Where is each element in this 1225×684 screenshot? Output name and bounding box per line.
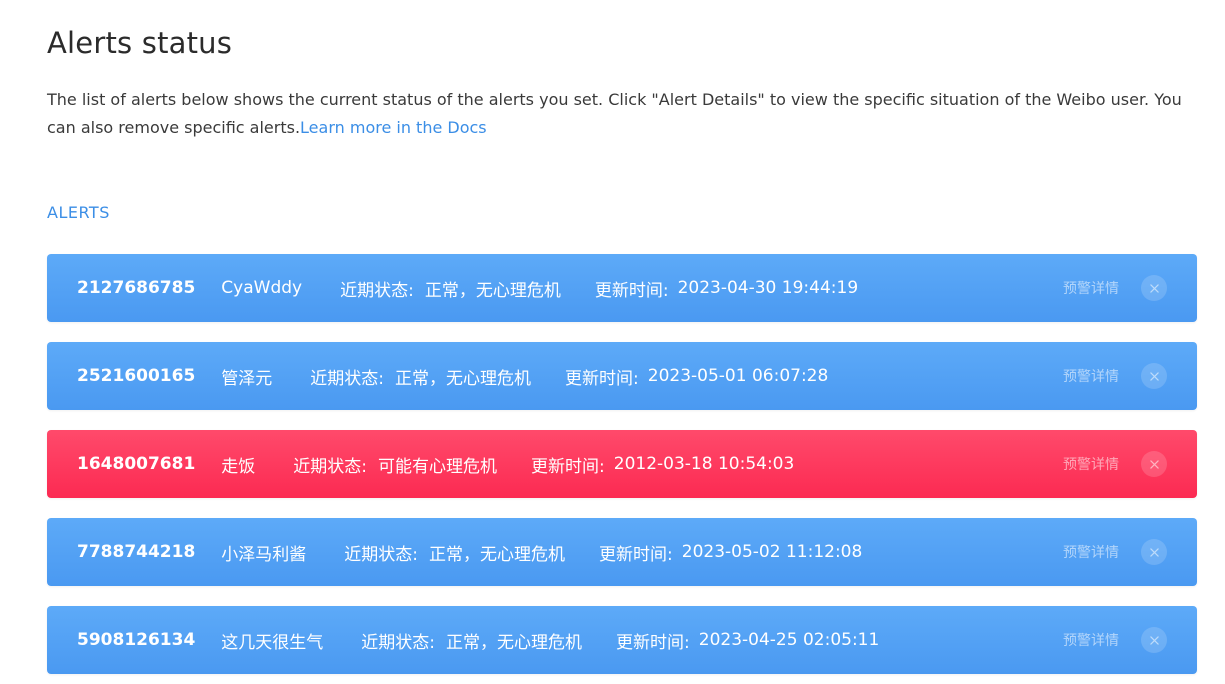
alert-username: 管泽元 [221, 368, 273, 389]
close-icon [1149, 635, 1159, 645]
alert-username: 小泽马利酱 [221, 544, 307, 565]
alert-row: 7788744218 小泽马利酱 近期状态: 正常，无心理危机 更新时间: 20… [47, 518, 1197, 586]
alert-row: 1648007681 走饭 近期状态: 可能有心理危机 更新时间: 2012-0… [47, 430, 1197, 498]
remove-alert-button[interactable] [1141, 275, 1167, 301]
remove-alert-button[interactable] [1141, 451, 1167, 477]
remove-alert-button[interactable] [1141, 539, 1167, 565]
alert-time-value: 2023-04-25 02:05:11 [698, 630, 880, 650]
alert-uid: 7788744218 [77, 542, 196, 562]
alert-status-label: 近期状态: [293, 456, 368, 477]
alert-uid: 2521600165 [77, 366, 196, 386]
close-icon [1149, 459, 1159, 469]
remove-alert-button[interactable] [1141, 627, 1167, 653]
alert-username: 这几天很生气 [221, 632, 324, 653]
alert-uid: 1648007681 [77, 454, 196, 474]
alert-status-value: 正常，无心理危机 [429, 544, 566, 565]
alert-time-label: 更新时间: [599, 544, 673, 565]
docs-link[interactable]: Learn more in the Docs [300, 118, 487, 137]
alert-status-label: 近期状态: [361, 632, 436, 653]
alert-status-label: 近期状态: [344, 544, 419, 565]
alert-time-label: 更新时间: [565, 368, 639, 389]
alert-details-button[interactable]: 预警详情 [1063, 630, 1119, 650]
alerts-section-label: ALERTS [47, 203, 110, 222]
alert-username: CyaWddy [221, 278, 303, 298]
alert-username: 走饭 [221, 456, 256, 477]
description-text: The list of alerts below shows the curre… [47, 90, 1182, 137]
alert-uid: 5908126134 [77, 630, 196, 650]
alert-time-value: 2023-05-01 06:07:28 [647, 366, 829, 386]
alert-status-label: 近期状态: [340, 280, 414, 301]
alert-time-value: 2023-04-30 19:44:19 [677, 278, 859, 298]
alert-time-label: 更新时间: [594, 280, 669, 301]
alert-status-value: 正常，无心理危机 [395, 368, 532, 389]
alert-time-label: 更新时间: [531, 456, 605, 477]
alert-uid: 2127686785 [77, 278, 196, 298]
close-icon [1149, 371, 1159, 381]
remove-alert-button[interactable] [1141, 363, 1167, 389]
alert-status-value: 正常，无心理危机 [446, 632, 583, 653]
alert-status-value: 正常，无心理危机 [424, 280, 561, 301]
alert-time-value: 2012-03-18 10:54:03 [613, 454, 795, 474]
alert-status-label: 近期状态: [310, 368, 385, 389]
page-description: The list of alerts below shows the curre… [47, 86, 1197, 142]
alert-details-button[interactable]: 预警详情 [1063, 278, 1119, 298]
alert-row: 2521600165 管泽元 近期状态: 正常，无心理危机 更新时间: 2023… [47, 342, 1197, 410]
alert-details-button[interactable]: 预警详情 [1063, 454, 1119, 474]
page-title: Alerts status [47, 26, 233, 60]
close-icon [1149, 547, 1159, 557]
alert-list: 2127686785 CyaWddy 近期状态: 正常，无心理危机 更新时间: … [47, 254, 1197, 684]
alert-row: 5908126134 这几天很生气 近期状态: 正常，无心理危机 更新时间: 2… [47, 606, 1197, 674]
alerts-page: Alerts status The list of alerts below s… [0, 0, 1225, 684]
alert-details-button[interactable]: 预警详情 [1063, 366, 1119, 386]
alert-time-value: 2023-05-02 11:12:08 [681, 542, 863, 562]
close-icon [1149, 283, 1159, 293]
alert-row: 2127686785 CyaWddy 近期状态: 正常，无心理危机 更新时间: … [47, 254, 1197, 322]
alert-details-button[interactable]: 预警详情 [1063, 542, 1119, 562]
alert-time-label: 更新时间: [616, 632, 690, 653]
alert-status-value: 可能有心理危机 [378, 456, 498, 477]
